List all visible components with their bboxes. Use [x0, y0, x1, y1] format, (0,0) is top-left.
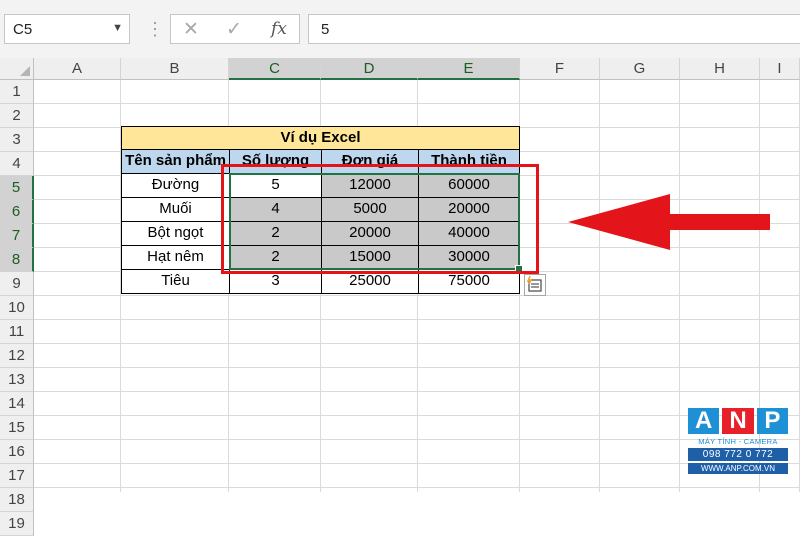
arrow-left-icon	[568, 194, 770, 250]
formula-buttons: ✕ ✓ fx	[170, 14, 300, 44]
name-box[interactable]: C5 ▼	[4, 14, 130, 44]
logo-letter: N	[722, 408, 754, 434]
row-header-5[interactable]: 5	[0, 176, 34, 200]
row-header-17[interactable]: 17	[0, 464, 34, 488]
row-header-2[interactable]: 2	[0, 104, 34, 128]
logo-website: WWW.ANP.COM.VN	[688, 463, 788, 474]
check-icon[interactable]: ✓	[226, 18, 242, 41]
row-header-11[interactable]: 11	[0, 320, 34, 344]
header-product[interactable]: Tên sản phẩm	[121, 149, 230, 174]
row-header-12[interactable]: 12	[0, 344, 34, 368]
cell-product[interactable]: Tiêu	[121, 269, 230, 294]
row-header-7[interactable]: 7	[0, 224, 34, 248]
chevron-down-icon[interactable]: ▼	[112, 22, 123, 34]
column-header-i[interactable]: I	[760, 58, 800, 80]
row-header-1[interactable]: 1	[0, 80, 34, 104]
row-header-9[interactable]: 9	[0, 272, 34, 296]
row-header-14[interactable]: 14	[0, 392, 34, 416]
worksheet-grid[interactable]: ABCDEFGHI 1 2 3 4 5 6 7 8 9 10 11 12 13 14 15 16 17 18 19 …	[0, 58, 800, 536]
gridline	[599, 80, 600, 492]
select-all-button[interactable]	[0, 58, 34, 80]
anp-logo: A N P MÁY TÍNH - CAMERA 098 772 0 772 WW…	[688, 408, 788, 474]
row-header-13[interactable]: 13	[0, 368, 34, 392]
gridline	[679, 80, 680, 492]
row-header-8[interactable]: 8	[0, 248, 34, 272]
cell-product[interactable]: Đường	[121, 173, 230, 198]
formula-input[interactable]: 5	[308, 14, 800, 44]
logo-phone: 098 772 0 772	[688, 448, 788, 461]
row-header-10[interactable]: 10	[0, 296, 34, 320]
row-header-15[interactable]: 15	[0, 416, 34, 440]
vertical-dots-icon[interactable]: ⋮	[146, 14, 164, 44]
row-header-3[interactable]: 3	[0, 128, 34, 152]
close-icon[interactable]: ✕	[183, 18, 199, 41]
quick-analysis-icon[interactable]	[524, 274, 546, 296]
row-header-16[interactable]: 16	[0, 440, 34, 464]
name-box-value: C5	[13, 21, 33, 38]
insert-function-button[interactable]: fx	[271, 19, 287, 39]
logo-letter: A	[688, 408, 720, 434]
table-title[interactable]: Ví dụ Excel	[121, 126, 520, 150]
logo-tagline: MÁY TÍNH - CAMERA	[698, 437, 778, 446]
cell-product[interactable]: Hạt nêm	[121, 245, 230, 270]
formula-bar-area: C5 ▼ ⋮ ✕ ✓ fx 5	[0, 0, 800, 59]
column-header-h[interactable]: H	[680, 58, 760, 80]
column-header-f[interactable]: F	[520, 58, 600, 80]
row-header-4[interactable]: 4	[0, 152, 34, 176]
formula-value: 5	[321, 21, 330, 38]
column-header-e[interactable]: E	[418, 58, 520, 80]
column-header-c[interactable]: C	[229, 58, 321, 80]
row-header-19[interactable]: 19	[0, 512, 34, 536]
column-header-a[interactable]: A	[34, 58, 121, 80]
cell-product[interactable]: Bột ngọt	[121, 221, 230, 246]
row-header-6[interactable]: 6	[0, 200, 34, 224]
logo-letter: P	[756, 408, 788, 434]
cell-product[interactable]: Muối	[121, 197, 230, 222]
column-header-g[interactable]: G	[600, 58, 680, 80]
column-header-b[interactable]: B	[121, 58, 229, 80]
column-header-d[interactable]: D	[321, 58, 418, 80]
highlight-box	[221, 164, 539, 274]
